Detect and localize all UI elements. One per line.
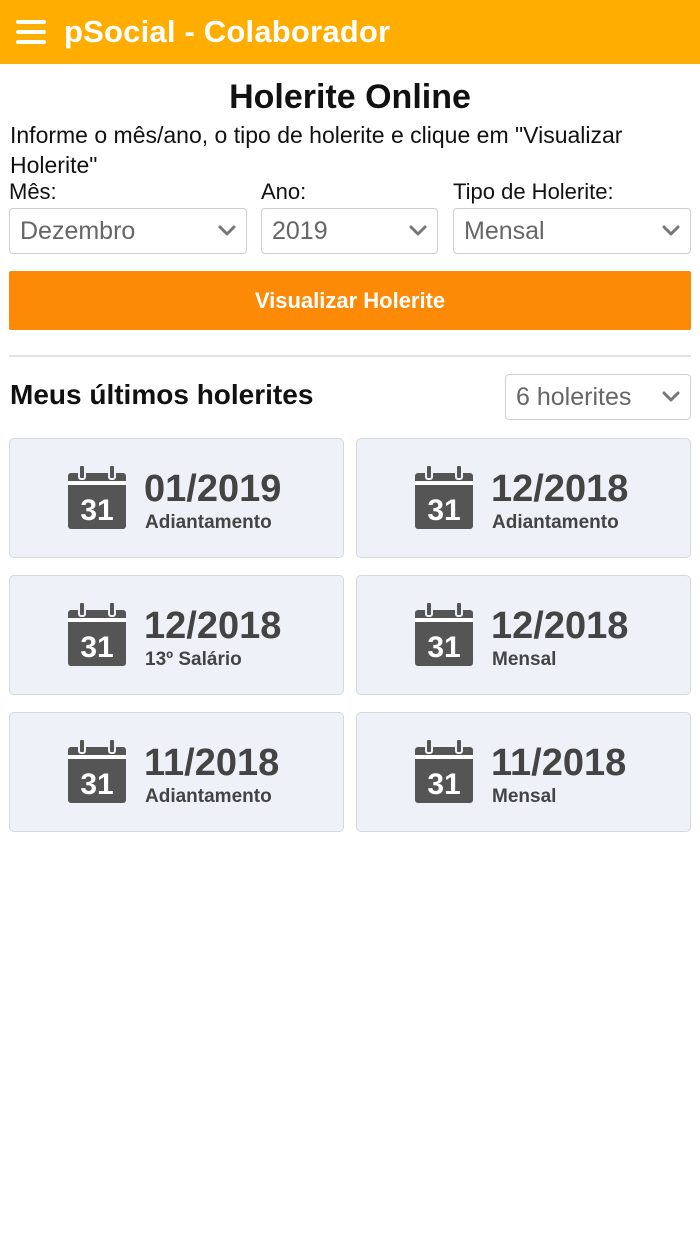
payslip-type: Adiantamento bbox=[492, 512, 619, 533]
payslip-date: 11/2018 bbox=[144, 742, 280, 784]
page-title: Holerite Online bbox=[229, 78, 471, 116]
calendar-icon: 31 bbox=[415, 738, 473, 803]
calendar-icon: 31 bbox=[415, 464, 473, 529]
payslip-count-field: 6 holerites bbox=[505, 374, 691, 420]
filter-form: Mês: Dezembro Ano: 2019 Tipo de Holerite… bbox=[0, 178, 700, 258]
payslip-card[interactable]: 31 12/2018 Adiantamento bbox=[356, 438, 691, 558]
payslip-card[interactable]: 31 11/2018 Mensal bbox=[356, 712, 691, 832]
payslip-date: 12/2018 bbox=[491, 605, 629, 647]
payslip-type: 13º Salário bbox=[145, 649, 242, 670]
month-label: Mês: bbox=[9, 179, 57, 204]
instructions-text: Informe o mês/ano, o tipo de holerite e … bbox=[10, 122, 623, 178]
chevron-down-icon bbox=[662, 391, 680, 402]
calendar-icon: 31 bbox=[68, 464, 126, 529]
hamburger-menu-icon[interactable] bbox=[16, 20, 50, 44]
main-content: Holerite Online Informe o mês/ano, o tip… bbox=[0, 64, 700, 832]
calendar-day: 31 bbox=[427, 768, 460, 801]
type-select-value: Mensal bbox=[464, 216, 545, 245]
calendar-day: 31 bbox=[427, 631, 460, 664]
month-select[interactable]: Dezembro bbox=[9, 208, 247, 254]
calendar-day: 31 bbox=[80, 494, 113, 527]
year-select-value: 2019 bbox=[272, 216, 328, 245]
chevron-down-icon bbox=[662, 225, 680, 236]
payslip-date: 11/2018 bbox=[491, 742, 627, 784]
divider bbox=[9, 355, 691, 357]
calendar-day: 31 bbox=[80, 631, 113, 664]
payslip-card[interactable]: 31 12/2018 Mensal bbox=[356, 575, 691, 695]
payslip-date: 01/2019 bbox=[144, 468, 282, 510]
type-label: Tipo de Holerite: bbox=[453, 179, 614, 204]
calendar-day: 31 bbox=[80, 768, 113, 801]
app-header: pSocial - Colaborador bbox=[0, 0, 700, 64]
payslip-type: Mensal bbox=[492, 786, 557, 807]
year-field: Ano: 2019 bbox=[261, 178, 438, 254]
calendar-day: 31 bbox=[427, 494, 460, 527]
month-field: Mês: Dezembro bbox=[9, 178, 247, 254]
payslip-date: 12/2018 bbox=[144, 605, 282, 647]
payslip-date: 12/2018 bbox=[491, 468, 629, 510]
payslip-card[interactable]: 31 12/2018 13º Salário bbox=[9, 575, 344, 695]
calendar-icon: 31 bbox=[415, 601, 473, 666]
payslip-card[interactable]: 31 11/2018 Adiantamento bbox=[9, 712, 344, 832]
payslip-card[interactable]: 31 01/2019 Adiantamento bbox=[9, 438, 344, 558]
payslip-count-select[interactable]: 6 holerites bbox=[505, 374, 691, 420]
calendar-icon: 31 bbox=[68, 601, 126, 666]
calendar-icon: 31 bbox=[68, 738, 126, 803]
payslip-type: Adiantamento bbox=[145, 512, 272, 533]
year-label: Ano: bbox=[261, 179, 307, 204]
month-select-value: Dezembro bbox=[20, 216, 136, 245]
type-select[interactable]: Mensal bbox=[453, 208, 691, 254]
chevron-down-icon bbox=[409, 225, 427, 236]
year-select[interactable]: 2019 bbox=[261, 208, 438, 254]
chevron-down-icon bbox=[218, 225, 236, 236]
payslip-count-value: 6 holerites bbox=[516, 382, 632, 411]
recent-payslips-title: Meus últimos holerites bbox=[10, 379, 314, 410]
payslip-type: Mensal bbox=[492, 649, 557, 670]
payslip-type: Adiantamento bbox=[145, 786, 272, 807]
type-field: Tipo de Holerite: Mensal bbox=[453, 178, 691, 254]
view-payslip-button[interactable]: Visualizar Holerite bbox=[9, 271, 691, 330]
app-title: pSocial - Colaborador bbox=[64, 14, 391, 49]
